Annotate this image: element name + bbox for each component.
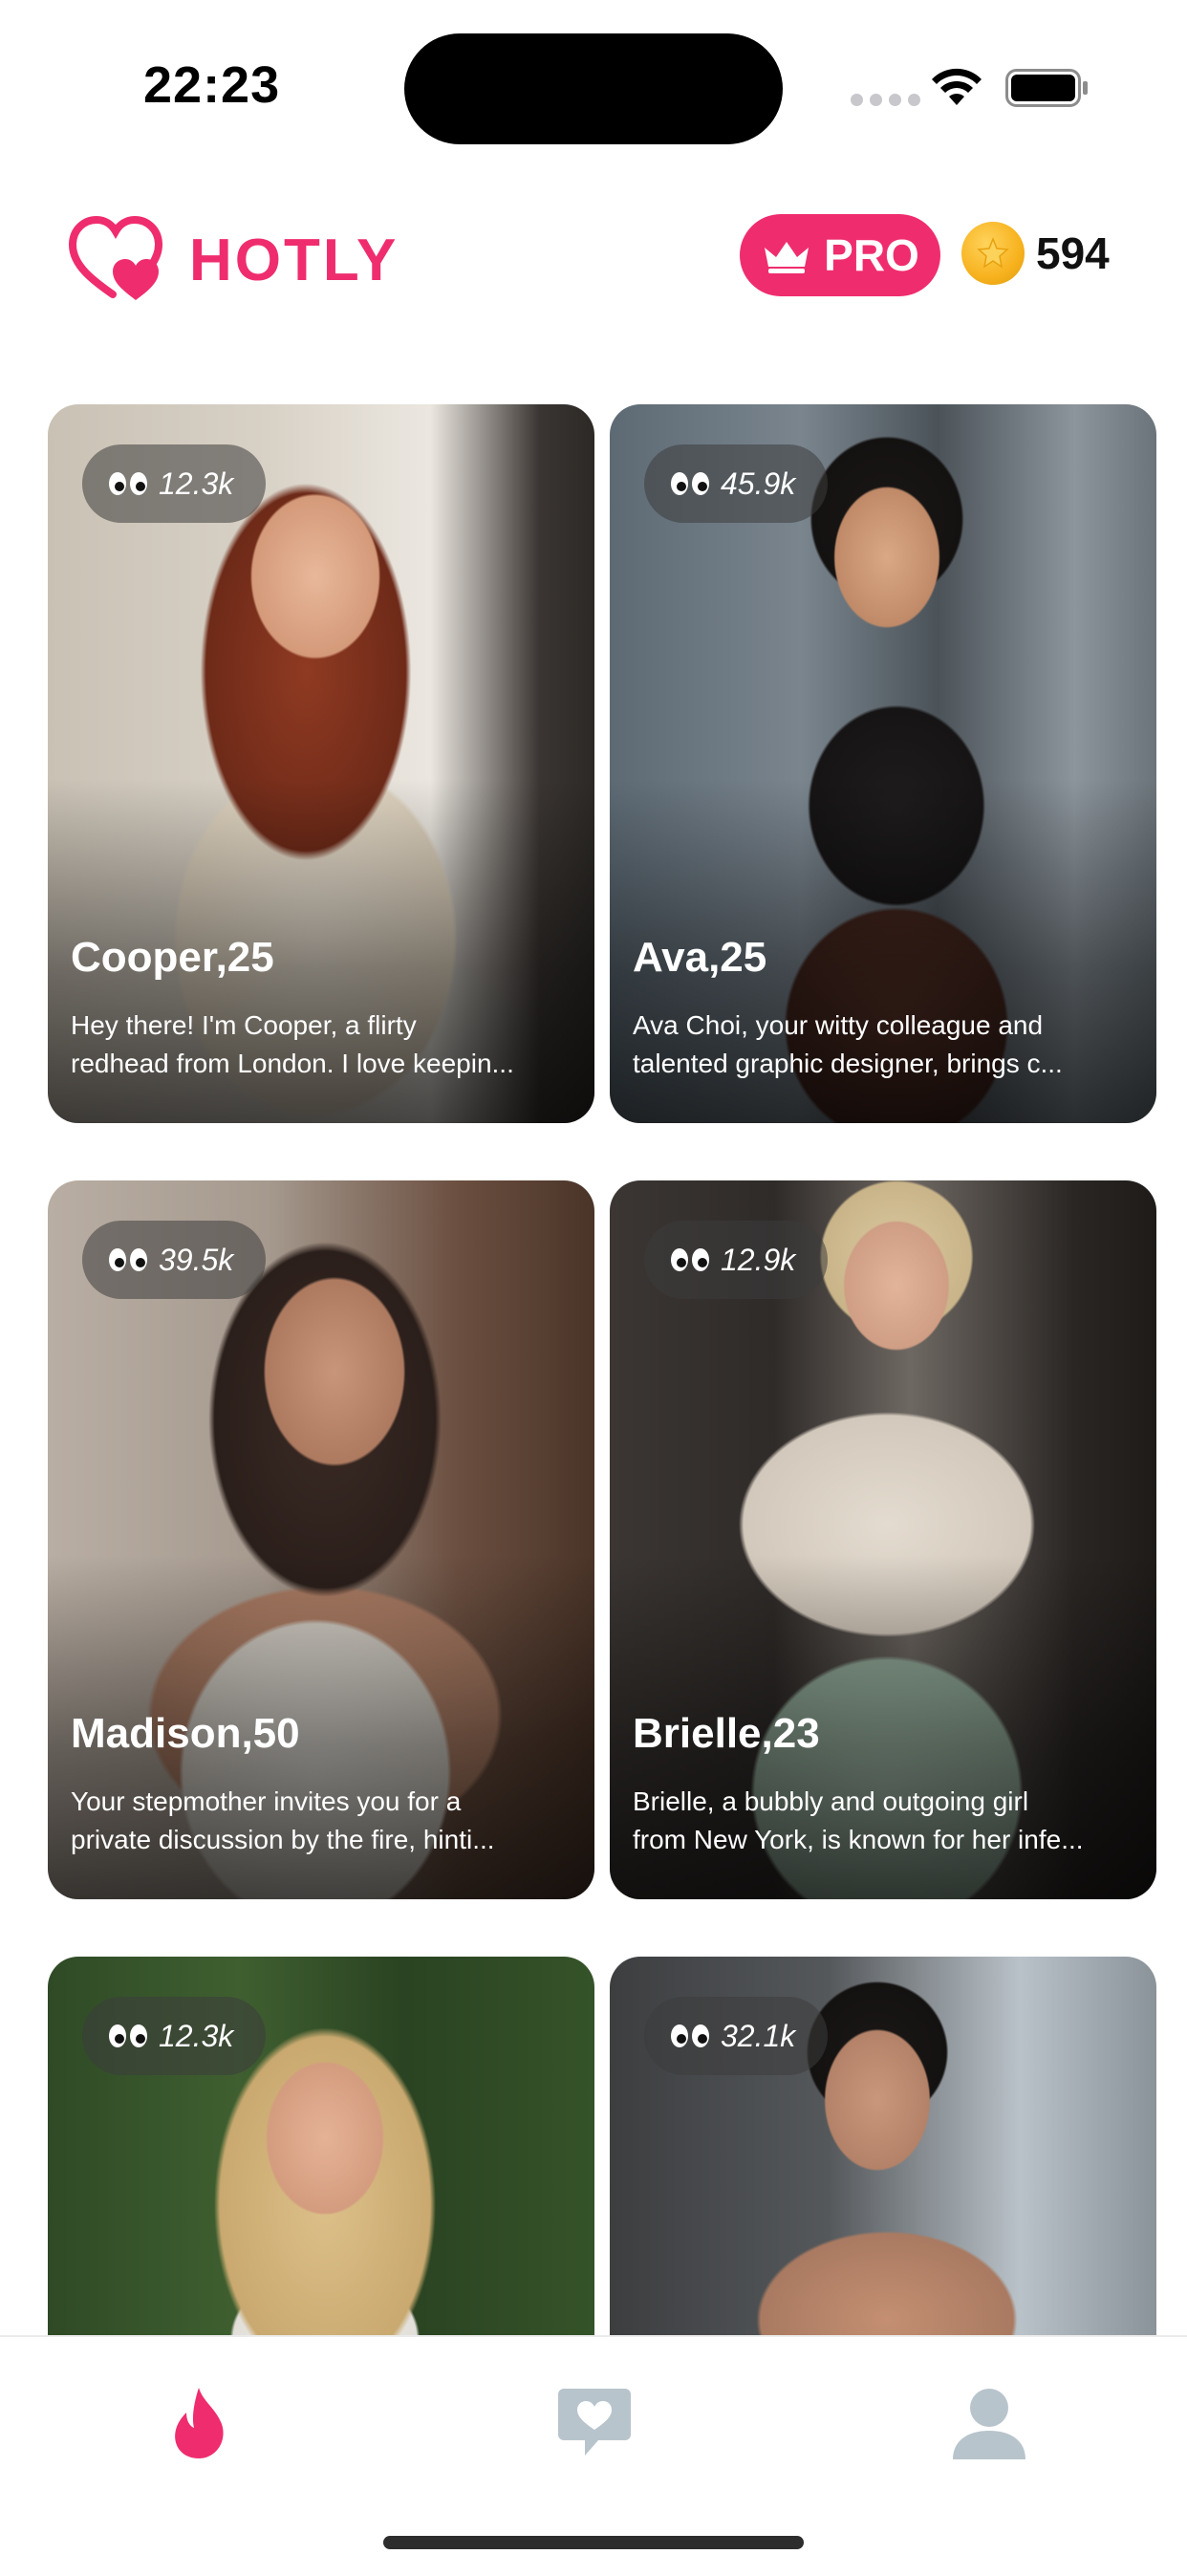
character-name: Madison,50	[71, 1710, 300, 1757]
pro-button[interactable]: PRO	[740, 214, 940, 296]
views-badge: 39.5k	[82, 1221, 267, 1299]
profile-icon	[953, 2389, 1025, 2459]
eyes-icon	[671, 1248, 709, 1271]
eyes-icon	[671, 2024, 709, 2047]
character-name: Ava,25	[633, 934, 767, 981]
character-name: Brielle,23	[633, 1710, 820, 1757]
character-card[interactable]: 12.3k Cooper,25 Hey there! I'm Cooper, a…	[48, 404, 594, 1123]
app-name: HOTLY	[189, 227, 399, 293]
eyes-icon	[671, 472, 709, 495]
coin-balance[interactable]: 594	[961, 222, 1110, 285]
app-logo: HOTLY	[65, 214, 399, 306]
home-indicator	[383, 2536, 804, 2549]
eyes-icon	[109, 2024, 147, 2047]
character-grid: 12.3k Cooper,25 Hey there! I'm Cooper, a…	[48, 404, 1156, 2335]
flame-icon	[175, 2388, 224, 2458]
views-badge: 12.3k	[82, 444, 267, 523]
coin-icon	[961, 222, 1025, 285]
character-description: Ava Choi, your witty colleague and talen…	[633, 1010, 1063, 1078]
character-description: Brielle, a bubbly and outgoing girl from…	[633, 1786, 1084, 1854]
pro-label: PRO	[824, 230, 919, 280]
eyes-icon	[109, 1248, 147, 1271]
wifi-icon	[932, 68, 982, 105]
character-card[interactable]: 12.3k	[48, 1957, 594, 2335]
character-description: Hey there! I'm Cooper, a flirty redhead …	[71, 1010, 514, 1078]
character-description: Your stepmother invites you for a privat…	[71, 1786, 495, 1854]
tab-profile[interactable]	[937, 2375, 1042, 2471]
dynamic-island	[404, 33, 783, 144]
views-count: 32.1k	[721, 2018, 796, 2053]
views-count: 12.3k	[159, 2018, 234, 2053]
eyes-icon	[109, 472, 147, 495]
character-name: Cooper,25	[71, 934, 274, 981]
heart-logo-icon	[68, 215, 163, 300]
views-badge: 12.3k	[82, 1997, 267, 2075]
tab-discover[interactable]	[146, 2375, 251, 2471]
coin-count: 594	[1036, 228, 1110, 278]
character-card[interactable]: 45.9k Ava,25 Ava Choi, your witty collea…	[610, 404, 1156, 1123]
chat-heart-icon	[558, 2389, 631, 2456]
character-card[interactable]: 39.5k Madison,50 Your stepmother invites…	[48, 1180, 594, 1899]
views-badge: 12.9k	[644, 1221, 829, 1299]
status-time: 22:23	[143, 56, 281, 114]
views-count: 12.9k	[721, 1242, 796, 1277]
views-badge: 32.1k	[644, 1997, 829, 2075]
views-count: 45.9k	[721, 465, 796, 501]
crown-icon	[765, 242, 809, 273]
cellular-signal-icon	[851, 94, 920, 106]
status-bar: 22:23	[0, 0, 1187, 172]
app-header: HOTLY PRO 594	[0, 201, 1187, 315]
battery-icon	[1005, 69, 1088, 107]
views-count: 12.3k	[159, 465, 234, 501]
views-badge: 45.9k	[644, 444, 829, 523]
tab-chats[interactable]	[542, 2375, 647, 2471]
character-card[interactable]: 12.9k Brielle,23 Brielle, a bubbly and o…	[610, 1180, 1156, 1899]
views-count: 39.5k	[159, 1242, 234, 1277]
character-card[interactable]: 32.1k	[610, 1957, 1156, 2335]
